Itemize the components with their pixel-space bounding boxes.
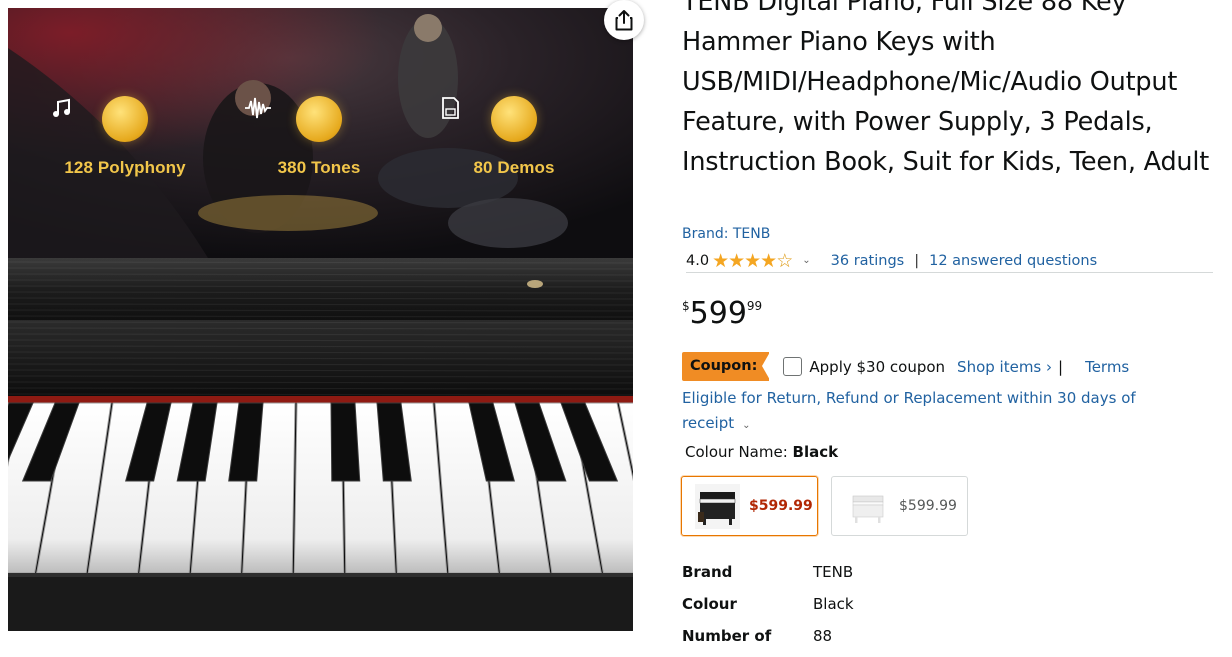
- terms-link[interactable]: Terms: [1085, 358, 1129, 376]
- spec-row: Number of 88: [682, 620, 854, 652]
- feature-label: 80 Demos: [473, 158, 555, 177]
- product-specs: Brand TENB Colour Black Number of 88: [682, 556, 854, 652]
- price-whole: 599: [689, 296, 747, 331]
- coupon-checkbox[interactable]: [783, 357, 803, 376]
- feature-polyphony: 128 Polyphony: [50, 96, 200, 178]
- share-button[interactable]: [604, 0, 644, 40]
- swatch-price: $599.99: [899, 498, 957, 514]
- chevron-down-icon[interactable]: ⌄: [742, 420, 750, 431]
- swatch-price: $599.99: [749, 498, 813, 514]
- product-main-image[interactable]: 128 Polyphony 380 Tones 80 Demos: [8, 8, 633, 631]
- feature-demos: 80 Demos: [439, 96, 589, 178]
- white-piano-thumbnail: [845, 483, 890, 529]
- colour-swatch-white[interactable]: $599.99: [831, 476, 968, 536]
- coupon-row: Coupon: Apply $30 coupon Shop items › | …: [682, 352, 1129, 381]
- return-policy-link[interactable]: Eligible for Return, Refund or Replaceme…: [682, 386, 1202, 438]
- coupon-badge: Coupon:: [682, 352, 771, 381]
- price-symbol: $: [682, 299, 690, 313]
- price-fraction: 99: [746, 299, 763, 313]
- spec-row: Brand TENB: [682, 556, 854, 588]
- rating-row: 4.0 ★★★★☆ ⌄ 36 ratings | 12 answered que…: [686, 249, 1213, 273]
- piano-black-key: [330, 402, 361, 482]
- colour-swatch-black[interactable]: $599.99: [681, 476, 818, 536]
- spec-key: Number of: [682, 627, 772, 645]
- share-icon: [615, 10, 633, 31]
- spec-value: TENB: [813, 563, 854, 581]
- chevron-down-icon[interactable]: ⌄: [802, 255, 810, 266]
- separator: |: [914, 252, 920, 269]
- colour-name: Colour Name: Black: [685, 443, 838, 461]
- price: $ 599 99: [682, 294, 762, 334]
- black-piano-thumbnail: [695, 483, 740, 529]
- brand-link[interactable]: Brand: TENB: [682, 226, 770, 242]
- rating-value: 4.0: [686, 252, 710, 269]
- answered-questions-link[interactable]: 12 answered questions: [929, 253, 1097, 269]
- music-note-icon: [53, 96, 148, 142]
- feature-tones: 380 Tones: [244, 96, 394, 178]
- spec-key: Brand: [682, 563, 733, 581]
- spec-value: 88: [813, 627, 833, 645]
- colour-value: Black: [792, 443, 839, 461]
- feature-label: 380 Tones: [277, 158, 361, 177]
- sd-card-icon: [442, 96, 537, 142]
- star-rating-icon[interactable]: ★★★★☆: [712, 250, 793, 272]
- spec-key: Colour: [682, 595, 737, 613]
- separator: |: [1058, 357, 1064, 376]
- spec-value: Black: [813, 595, 854, 613]
- spec-row: Colour Black: [682, 588, 854, 620]
- apply-coupon-label[interactable]: Apply $30 coupon: [809, 358, 945, 376]
- feature-label: 128 Polyphony: [64, 158, 186, 177]
- ratings-count-link[interactable]: 36 ratings: [831, 253, 905, 269]
- colour-label: Colour Name:: [685, 443, 788, 461]
- shop-items-link[interactable]: Shop items ›: [957, 358, 1052, 376]
- sound-wave-icon: [245, 96, 342, 142]
- product-title: TENB Digital Piano, Full Size 88 Key Ham…: [682, 0, 1210, 177]
